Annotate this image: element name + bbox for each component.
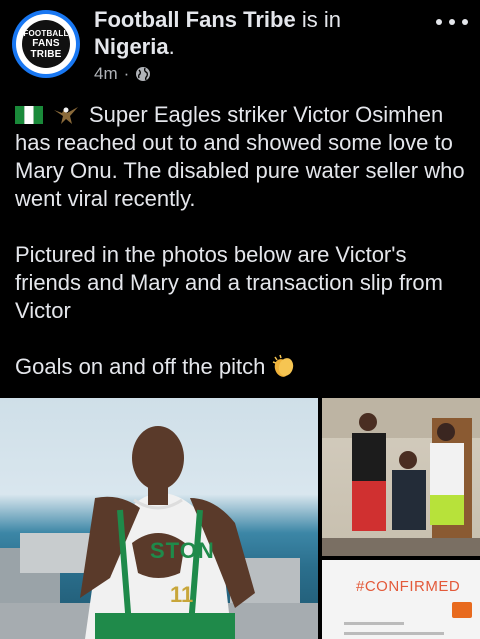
nigeria-flag-icon — [15, 106, 43, 124]
post-body: Super Eagles striker Victor Osimhen has … — [15, 101, 470, 381]
location-prefix: is in — [301, 7, 341, 32]
photo-friends-image — [322, 398, 480, 556]
photo-osimhen[interactable]: STON 11 — [0, 398, 318, 639]
slip-line — [344, 632, 444, 635]
page-avatar[interactable]: FOOTBALL FANS TRIBE — [12, 10, 80, 78]
avatar-logo: FOOTBALL FANS TRIBE — [22, 20, 70, 68]
post-meta: 4m · — [94, 64, 151, 84]
photo-friends-and-mary[interactable] — [322, 398, 480, 556]
jersey-number: 11 — [170, 582, 194, 607]
post-header: FOOTBALL FANS TRIBE Football Fans Tribe … — [0, 0, 480, 92]
slip-line — [344, 622, 404, 625]
page-name-link[interactable]: Football Fans Tribe — [94, 7, 296, 32]
location-link[interactable]: Nigeria — [94, 34, 169, 59]
post-time[interactable]: 4m — [94, 64, 118, 84]
meta-separator: · — [123, 64, 130, 83]
bank-logo-icon — [452, 602, 472, 618]
globe-icon — [136, 67, 151, 81]
confirmed-label: #CONFIRMED — [356, 578, 461, 595]
post-paragraph-1: Super Eagles striker Victor Osimhen has … — [15, 102, 465, 211]
post-paragraph-2: Pictured in the photos below are Victor'… — [15, 242, 443, 323]
photo-osimhen-image — [0, 426, 318, 639]
photo-transaction-slip[interactable]: #CONFIRMED — [322, 560, 480, 639]
jersey-text: STON — [150, 538, 215, 563]
post-author-line: Football Fans Tribe is in Nigeria. — [94, 7, 341, 59]
more-options-icon[interactable] — [436, 10, 468, 34]
post-paragraph-3: Goals on and off the pitch — [15, 353, 470, 381]
clapping-hands-icon — [273, 354, 294, 377]
eagle-icon — [54, 107, 78, 124]
